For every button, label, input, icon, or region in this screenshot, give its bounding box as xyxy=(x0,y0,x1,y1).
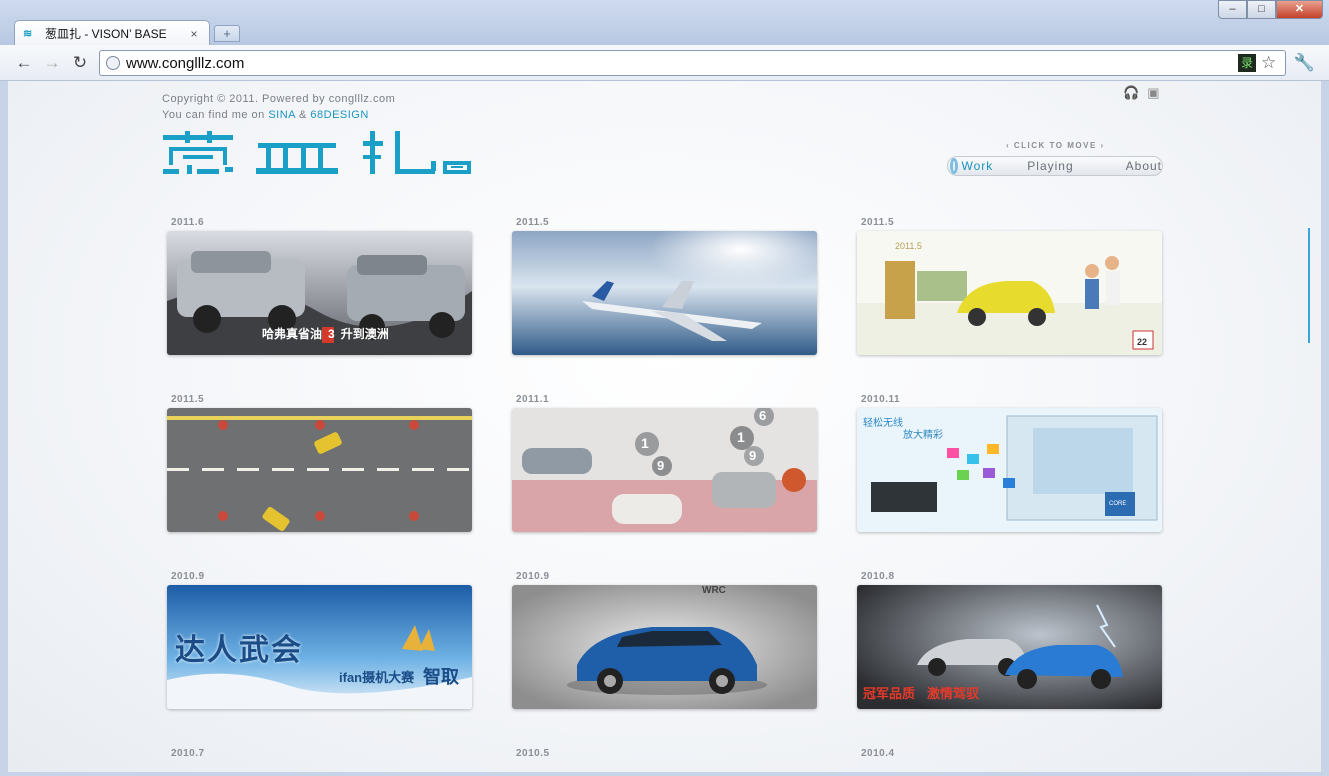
page-content: Copyright © 2011. Powered by conglllz.co… xyxy=(8,81,1321,772)
tab-title: 葱皿扎 - VISON’ BASE xyxy=(45,27,167,41)
balloon-number: 1 xyxy=(641,435,649,451)
window-icon[interactable]: ▣ xyxy=(1147,85,1159,101)
ad-slogan: 冠军品质 xyxy=(863,686,916,701)
maximize-button[interactable]: □ xyxy=(1247,0,1276,19)
site-logo[interactable] xyxy=(163,131,475,182)
balloon-number: 1 xyxy=(737,429,745,445)
work-item[interactable]: 2011.5 xyxy=(167,394,472,532)
work-date: 2011.6 xyxy=(171,217,205,228)
reload-icon[interactable]: ↻ xyxy=(70,53,90,73)
work-thumbnail[interactable]: 哈弗真省油 3 升到澳洲 xyxy=(167,231,472,355)
work-slogan: 智取 xyxy=(423,667,459,687)
work-date: 2010.7 xyxy=(171,748,205,759)
browser-tab[interactable]: ≋ 葱皿扎 - VISON’ BASE × xyxy=(14,20,210,46)
work-caption: 哈弗真省油 3 升到澳洲 xyxy=(262,327,389,341)
copyright-block: Copyright © 2011. Powered by conglllz.co… xyxy=(162,91,395,123)
window-frame-bottom xyxy=(0,772,1329,776)
intel-badge: CORE xyxy=(1109,501,1127,507)
work-thumbnail[interactable]: 2011.5 22 xyxy=(857,231,1162,355)
work-item[interactable]: 2011.5 xyxy=(512,217,817,355)
title-bar: ≋ 葱皿扎 - VISON’ BASE × + – □ ✕ xyxy=(0,0,1329,46)
amp-text: & xyxy=(298,109,307,121)
work-thumbnail[interactable]: 1 9 1 9 6 xyxy=(512,408,817,532)
address-bar[interactable]: www.conglllz.com 录 ☆ xyxy=(99,50,1286,76)
close-window-button[interactable]: ✕ xyxy=(1276,0,1323,19)
work-item[interactable]: 2010.5 xyxy=(512,748,817,759)
work-thumbnail[interactable]: 冠军品质 激情驾驭 xyxy=(857,585,1162,709)
inner-date: 2011.5 xyxy=(895,241,922,251)
balloon-number: 6 xyxy=(759,408,767,423)
copyright-text: Copyright © 2011. Powered by conglllz.co… xyxy=(162,93,396,105)
68design-link[interactable]: 68DESIGN xyxy=(310,109,368,121)
menu-item-about[interactable]: About xyxy=(1126,159,1162,173)
site-favicon-icon: ≋ xyxy=(23,27,33,40)
calendar-badge: 22 xyxy=(1137,337,1148,347)
new-tab-button[interactable]: + xyxy=(214,25,240,42)
scroll-indicator[interactable] xyxy=(1308,228,1310,343)
work-item[interactable]: 2010.8 冠军品质 激情驾驭 xyxy=(857,571,1162,709)
work-date: 2011.1 xyxy=(516,394,550,405)
menu-item-playing[interactable]: Playing xyxy=(1027,159,1073,173)
work-item[interactable]: 2011.1 1 9 1 9 6 xyxy=(512,394,817,532)
work-item[interactable]: 2011.5 2011.5 22 xyxy=(857,217,1162,355)
work-date: 2011.5 xyxy=(861,217,895,228)
work-item[interactable]: 2010.9 达人武会 ifan摄机大赛 智取 xyxy=(167,571,472,709)
work-date: 2010.4 xyxy=(861,748,895,759)
work-date: 2010.9 xyxy=(171,571,205,582)
work-thumbnail[interactable]: WRC xyxy=(512,585,817,709)
work-item[interactable]: 2010.7 xyxy=(167,748,472,759)
work-thumbnail[interactable]: 达人武会 ifan摄机大赛 智取 xyxy=(167,585,472,709)
click-to-move-hint: ‹ CLICK TO MOVE › xyxy=(1006,141,1105,150)
menu-item-work[interactable]: Work xyxy=(962,159,994,173)
back-icon[interactable]: ← xyxy=(14,53,34,73)
forward-icon[interactable]: → xyxy=(42,53,62,73)
balloon-number: 9 xyxy=(657,458,665,473)
work-date: 2010.5 xyxy=(516,748,550,759)
work-date: 2011.5 xyxy=(516,217,550,228)
work-date: 2010.11 xyxy=(861,394,901,405)
find-me-text: You can find me on xyxy=(162,109,265,121)
work-thumbnail[interactable] xyxy=(512,231,817,355)
work-subtitle: ifan摄机大赛 xyxy=(339,670,415,685)
balloon-number: 9 xyxy=(749,448,757,463)
work-item[interactable]: 2010.4 xyxy=(857,748,1162,759)
url-text[interactable]: www.conglllz.com xyxy=(126,55,1238,72)
work-item[interactable]: 2011.6 哈弗真省油 3 升到澳洲 xyxy=(167,217,472,355)
work-date: 2010.9 xyxy=(516,571,550,582)
headphones-icon[interactable]: 🎧 xyxy=(1123,85,1139,101)
work-item[interactable]: 2010.9 WRC xyxy=(512,571,817,709)
extension-icon[interactable]: 录 xyxy=(1238,54,1256,72)
work-headline: 达人武会 xyxy=(175,634,303,667)
work-date: 2010.8 xyxy=(861,571,895,582)
work-thumbnail[interactable] xyxy=(167,408,472,532)
browser-toolbar: ← → ↻ www.conglllz.com 录 ☆ 🔧 xyxy=(0,45,1329,81)
main-menu: Work Playing About xyxy=(947,156,1163,176)
work-item[interactable]: 2010.11 轻松无线 放大精彩 CORE xyxy=(857,394,1162,532)
top-icons: 🎧 ▣ xyxy=(1123,85,1159,101)
wrc-tag: WRC xyxy=(702,585,726,596)
sina-link[interactable]: SINA xyxy=(268,109,295,121)
ad-title: 轻松无线 xyxy=(863,418,903,429)
work-date: 2011.5 xyxy=(171,394,205,405)
bookmark-star-icon[interactable]: ☆ xyxy=(1261,53,1281,73)
minimize-button[interactable]: – xyxy=(1218,0,1247,19)
tab-close-icon[interactable]: × xyxy=(187,27,201,41)
globe-icon xyxy=(106,56,120,70)
work-thumbnail[interactable]: 轻松无线 放大精彩 CORE xyxy=(857,408,1162,532)
window-frame-right xyxy=(1321,81,1329,776)
ad-title: 放大精彩 xyxy=(903,430,943,441)
ad-slogan-2: 激情驾驭 xyxy=(927,686,980,701)
wrench-menu-icon[interactable]: 🔧 xyxy=(1294,53,1315,73)
menu-ring-icon xyxy=(950,158,958,174)
